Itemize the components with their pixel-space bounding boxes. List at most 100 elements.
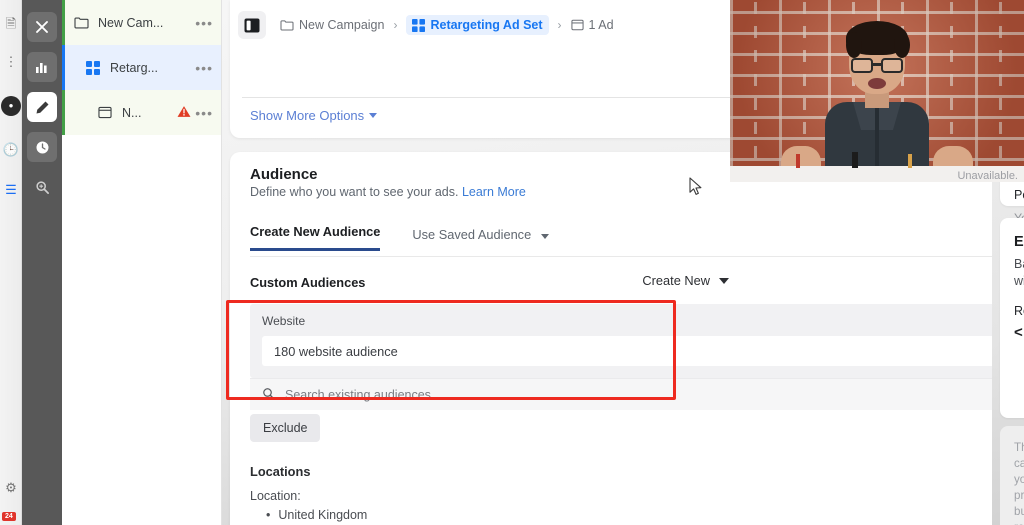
chevron-down-icon — [369, 113, 378, 118]
search-placeholder-text: Search existing audiences — [285, 387, 431, 402]
divider — [250, 256, 1024, 257]
audience-subtitle: Define who you want to see your ads. Lea… — [250, 185, 526, 199]
folder-icon — [280, 19, 294, 31]
gear-icon[interactable]: ⚙ — [1, 478, 21, 498]
potential-reach-line: Potential Reach: Unavailable i — [1014, 188, 1024, 202]
chevron-down-icon — [540, 234, 549, 239]
bar-chart-icon[interactable] — [27, 52, 57, 82]
copy-icon[interactable]: 🗎 — [1, 14, 21, 34]
presenter-hair-left — [846, 32, 862, 58]
kebab-menu-icon[interactable]: ⋮ — [1, 52, 21, 72]
glasses-right-lens — [881, 58, 903, 73]
webcam-overlay: Unavailable. — [730, 0, 1024, 182]
notification-badge: 24 — [2, 512, 16, 521]
audience-subtitle-text: Define who you want to see your ads. — [250, 185, 459, 199]
chevron-down-icon — [719, 277, 729, 284]
search-icon — [262, 387, 275, 403]
presenter-placket — [875, 108, 879, 168]
breadcrumb-item-label: 1 Ad — [588, 18, 614, 32]
breadcrumb-item-1-ad[interactable]: 1 Ad — [570, 18, 614, 32]
breadcrumb-item-new-campaign[interactable]: New Campaign — [280, 18, 384, 32]
audience-tabs: Create New Audience Use Saved Audience — [250, 224, 549, 251]
tab-label: Use Saved Audience — [412, 227, 532, 242]
close-recorder-button[interactable] — [27, 12, 57, 42]
screen-root: 🗎 ⋮ ● 🕒 ☰ ⚙ 24 New Cam... ••• Retarg... … — [0, 0, 1024, 525]
show-more-options-label: Show More Options — [250, 108, 365, 123]
create-new-label: Create New — [642, 273, 710, 288]
website-audience-group: Website 180 website audience — [250, 304, 1024, 378]
tree-item-menu-button[interactable]: ••• — [195, 15, 213, 31]
mouse-cursor — [689, 177, 703, 201]
tab-label: Create New Audience — [250, 224, 381, 239]
tree-accent-bar — [62, 45, 65, 90]
locations-heading: Locations — [250, 464, 311, 479]
breadcrumb-item-label: Retargeting Ad Set — [430, 18, 543, 32]
clock-icon[interactable] — [27, 132, 57, 162]
clock-icon[interactable]: 🕒 — [1, 140, 21, 160]
breadcrumb-separator: › — [557, 18, 562, 32]
breadcrumb-item-label: New Campaign — [299, 18, 385, 32]
estimated-daily-results-card: Estimated Daily Results Based on 7-day c… — [1000, 218, 1024, 418]
reach-value: < 10 — [1014, 324, 1024, 341]
tab-create-new-audience[interactable]: Create New Audience — [250, 224, 381, 251]
tree-empty-area — [62, 135, 221, 525]
profile-avatar-icon[interactable]: ● — [1, 96, 21, 116]
search-existing-audiences-input[interactable]: Search existing audiences — [250, 378, 1024, 410]
occluded-unavailable-text: Unavailable. — [957, 170, 1018, 182]
sidebar-item-retargeting-ad-set[interactable]: Retarg... ••• — [62, 45, 221, 90]
tab-use-saved-audience[interactable]: Use Saved Audience — [412, 227, 549, 251]
desk-pen-black — [852, 152, 858, 168]
magnifier-icon[interactable] — [27, 172, 57, 202]
create-new-button[interactable]: Create New — [642, 273, 729, 288]
custom-audiences-heading: Custom Audiences — [250, 275, 366, 290]
pencil-icon[interactable] — [27, 92, 57, 122]
breadcrumb: New Campaign › Retargeting Ad Set › 1 Ad — [238, 10, 614, 40]
show-more-options-button[interactable]: Show More Options — [250, 108, 378, 123]
exclude-button[interactable]: Exclude — [250, 414, 321, 442]
recorder-toolbar — [22, 0, 62, 525]
custom-audience-field-area: Website 180 website audience Search exis… — [250, 304, 1024, 410]
audience-title: Audience — [250, 166, 318, 183]
audience-card: Audience Define who you want to see your… — [226, 152, 1024, 525]
grid-squares-icon — [86, 60, 103, 75]
folder-icon — [74, 16, 91, 29]
website-audience-value: 180 website audience — [274, 343, 398, 359]
tree-accent-bar — [62, 0, 65, 45]
ad-window-icon — [98, 106, 115, 119]
estimates-disclaimer-text: The accuracy of estimates is based on fa… — [1014, 441, 1024, 525]
presenter-mouth — [868, 78, 886, 89]
exclude-label: Exclude — [263, 421, 308, 435]
grid-squares-icon — [412, 18, 426, 32]
learn-more-link[interactable]: Learn More — [462, 185, 526, 199]
location-sub-label: Location: — [250, 489, 301, 503]
breadcrumb-item-retargeting-ad-set[interactable]: Retargeting Ad Set — [406, 15, 549, 35]
website-field-label: Website — [262, 314, 306, 328]
reach-label: Reach — [1014, 304, 1024, 318]
glasses-bridge — [873, 63, 881, 66]
tree-item-label: N... — [122, 105, 142, 120]
os-sidebar-rail: 🗎 ⋮ ● 🕒 ☰ ⚙ 24 — [0, 0, 22, 525]
tree-item-label: Retarg... — [110, 60, 158, 75]
sidebar-item-new-campaign[interactable]: New Cam... ••• — [62, 0, 221, 45]
tree-item-menu-button[interactable]: ••• — [195, 60, 213, 76]
tree-accent-bar — [62, 90, 65, 135]
tree-item-menu-button[interactable]: ••• — [195, 105, 213, 121]
campaign-tree-sidebar: New Cam... ••• Retarg... ••• N... ••• — [62, 0, 222, 525]
warning-triangle-icon — [177, 105, 191, 120]
location-list-item: United Kingdom — [266, 508, 367, 522]
panel-toggle-icon[interactable] — [238, 11, 266, 39]
desk-pen-gold — [908, 154, 912, 168]
tree-item-label: New Cam... — [98, 15, 164, 30]
breadcrumb-separator: › — [393, 18, 398, 32]
website-audience-input[interactable]: 180 website audience — [262, 336, 1012, 366]
potential-reach-label: Potential Reach: Unavailable — [1014, 188, 1024, 202]
estimates-disclaimer-card: The accuracy of estimates is based on fa… — [1000, 426, 1024, 525]
list-lines-icon[interactable]: ☰ — [1, 180, 21, 200]
ad-window-icon — [570, 19, 584, 31]
estimated-daily-results-subtitle: Based on 7-day click and 1-day view conv… — [1014, 257, 1024, 288]
desk-pen-red — [796, 154, 800, 168]
presenter-hair-right — [894, 32, 910, 58]
reach-label-row: Reach i — [1014, 304, 1024, 318]
estimated-daily-results-title: Estimated Daily Results — [1014, 234, 1024, 250]
sidebar-item-ad[interactable]: N... ••• — [62, 90, 221, 135]
